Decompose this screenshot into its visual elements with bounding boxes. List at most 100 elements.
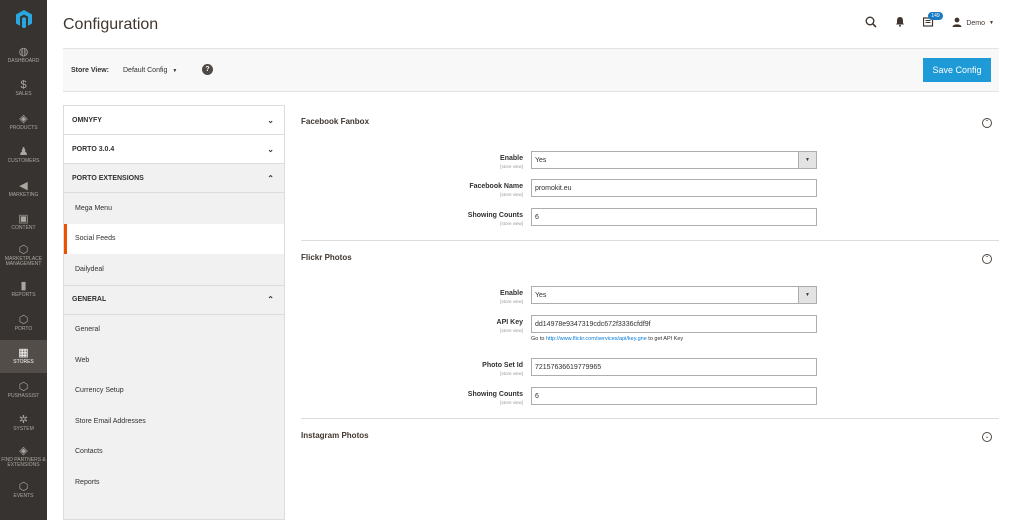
nav-item-porto[interactable]: ⬡ PORTO [0, 306, 47, 340]
person-icon: ♟ [18, 146, 29, 158]
config-content: Facebook Fanbox ⌃ Enable [store view] Ye… [301, 105, 999, 459]
tab-item-mega-menu[interactable]: Mega Menu [64, 193, 284, 224]
flickr-photoset-input[interactable]: 72157636619779965 [531, 358, 817, 376]
facebook-counts-input[interactable]: 6 [531, 208, 817, 226]
nav-item-marketing[interactable]: ◀ MARKETING [0, 172, 47, 206]
nav-item-label: DASHBOARD [7, 57, 40, 64]
cube-icon: ◈ [19, 444, 28, 457]
tab-item-general[interactable]: General [64, 315, 284, 346]
nav-item-label: MARKETPLACE MANAGEMENT [4, 255, 43, 268]
chevron-down-icon: ⌄ [267, 115, 274, 125]
flickr-counts-input[interactable]: 6 [531, 387, 817, 405]
select-value: Yes [535, 291, 547, 299]
dropdown-arrow-icon: ▼ [798, 287, 816, 303]
store-view-bar: Store View: Default Config ▼ ? Save Conf… [63, 48, 999, 92]
scope-label: [store view] [500, 164, 523, 169]
expand-icon[interactable]: ⌄ [982, 432, 992, 442]
chevron-up-icon: ⌃ [267, 295, 274, 304]
dollar-icon: $ [20, 79, 27, 91]
nav-item-dashboard[interactable]: ◍ DASHBOARD [0, 38, 47, 72]
dashboard-icon: ◍ [18, 45, 29, 58]
facebook-enable-row: Enable [store view] Yes ▼ [301, 151, 999, 171]
nav-item-pushassist[interactable]: ⬡ PUSHASSIST [0, 373, 47, 407]
tab-item-reports[interactable]: Reports [64, 467, 284, 498]
facebook-name-input[interactable]: promokit.eu [531, 179, 817, 197]
tab-porto-extensions[interactable]: PORTO EXTENSIONS ⌃ [64, 164, 284, 193]
scope-label: [store view] [500, 400, 523, 405]
collapse-icon[interactable]: ⌃ [982, 254, 992, 264]
section-title[interactable]: Flickr Photos [301, 253, 352, 262]
tab-item-social-feeds[interactable]: Social Feeds [64, 223, 284, 254]
tab-label: PORTO EXTENSIONS [72, 174, 144, 182]
gear-icon: ✲ [18, 414, 29, 426]
hexagon-icon: ⬡ [18, 481, 29, 493]
instagram-photos-section: Instagram Photos ⌄ [301, 419, 999, 459]
magento-logo[interactable] [0, 0, 47, 38]
section-title[interactable]: Facebook Fanbox [301, 117, 369, 126]
note-text: to get API Key [646, 336, 684, 342]
tab-item-contacts[interactable]: Contacts [64, 437, 284, 468]
bell-icon[interactable] [895, 16, 905, 30]
scope-label: [store view] [500, 221, 523, 226]
facebook-name-row: Facebook Name [store view] promokit.eu [301, 179, 999, 199]
store-view-value: Default Config [123, 67, 168, 74]
flickr-api-link[interactable]: http://www.flickr.com/services/api/key.g… [546, 336, 647, 342]
nav-item-products[interactable]: ◈ PRODUCTS [0, 105, 47, 139]
nav-item-customers[interactable]: ♟ CUSTOMERS [0, 139, 47, 173]
facebook-enable-select[interactable]: Yes ▼ [531, 151, 817, 169]
megaphone-icon: ◀ [19, 179, 28, 192]
nav-item-find-partners-extensions[interactable]: ◈ FIND PARTNERS & EXTENSIONS [0, 440, 47, 474]
tab-item-web[interactable]: Web [64, 345, 284, 376]
save-config-button[interactable]: Save Config [923, 58, 991, 82]
user-name: Demo [966, 19, 986, 27]
chevron-down-icon: ▼ [172, 68, 178, 74]
tab-omnyfy[interactable]: OMNYFY ⌄ [64, 106, 284, 135]
system-messages[interactable]: 149 [923, 12, 943, 30]
nav-item-sales[interactable]: $ SALES [0, 72, 47, 106]
nav-item-label: STORES [13, 359, 34, 365]
scope-label: [store view] [500, 328, 523, 333]
content-icon: ▣ [18, 213, 29, 225]
nav-item-marketplace-management[interactable]: ⬡ MARKETPLACE MANAGEMENT [0, 239, 47, 273]
flickr-api-key-row: API Key [store view] dd14978e9347319cdc6… [301, 315, 999, 342]
section-title[interactable]: Instagram Photos [301, 431, 369, 440]
nav-item-label: PRODUCTS [9, 124, 38, 131]
field-label: Enable [500, 290, 523, 297]
tab-item-dailydeal[interactable]: Dailydeal [64, 254, 284, 285]
nav-item-label: SYSTEM [13, 426, 34, 432]
flickr-counts-row: Showing Counts [store view] 6 [301, 387, 999, 407]
header-actions: 149 Demo ▼ [865, 12, 994, 32]
api-key-note: Go to http://www.flickr.com/services/api… [531, 336, 683, 342]
hexagon-icon: ⬡ [18, 243, 29, 256]
flickr-enable-select[interactable]: Yes ▼ [531, 286, 817, 304]
nav-item-label: CONTENT [11, 225, 36, 231]
config-tabs: OMNYFY ⌄ PORTO 3.0.4 ⌄ PORTO EXTENSIONS … [63, 105, 285, 520]
tab-item-store-email-addresses[interactable]: Store Email Addresses [64, 406, 284, 437]
store-view-label: Store View: [71, 67, 109, 74]
nav-item-content[interactable]: ▣ CONTENT [0, 206, 47, 240]
flickr-api-key-input[interactable]: dd14978e9347319cdc672f3336cfdf9f [531, 315, 817, 333]
chevron-down-icon: ▼ [989, 20, 994, 26]
tab-general[interactable]: GENERAL ⌃ [64, 285, 284, 315]
store-view-switcher[interactable]: Default Config ▼ [123, 67, 177, 74]
page-title: Configuration [63, 16, 159, 33]
collapse-icon[interactable]: ⌃ [982, 118, 992, 128]
scope-label: [store view] [500, 371, 523, 376]
user-menu[interactable]: Demo ▼ [952, 17, 994, 30]
nav-item-reports[interactable]: ▮ REPORTS [0, 273, 47, 307]
hexagon-icon: ⬡ [18, 380, 29, 393]
hexagon-icon: ⬡ [18, 313, 29, 326]
nav-item-label: CUSTOMERS [7, 158, 40, 164]
general-items: General Web Currency Setup Store Email A… [64, 315, 284, 498]
nav-item-system[interactable]: ✲ SYSTEM [0, 407, 47, 441]
tab-porto[interactable]: PORTO 3.0.4 ⌄ [64, 135, 284, 164]
scope-label: [store view] [500, 299, 523, 304]
search-icon[interactable] [865, 16, 877, 31]
nav-item-events[interactable]: ⬡ EVENTS [0, 474, 47, 508]
cube-icon: ◈ [19, 112, 28, 125]
flickr-enable-row: Enable [store view] Yes ▼ [301, 286, 999, 306]
nav-item-stores[interactable]: ▦ STORES [0, 339, 47, 373]
chevron-up-icon: ⌃ [267, 173, 274, 183]
tab-item-currency-setup[interactable]: Currency Setup [64, 376, 284, 407]
help-icon[interactable]: ? [202, 64, 213, 75]
